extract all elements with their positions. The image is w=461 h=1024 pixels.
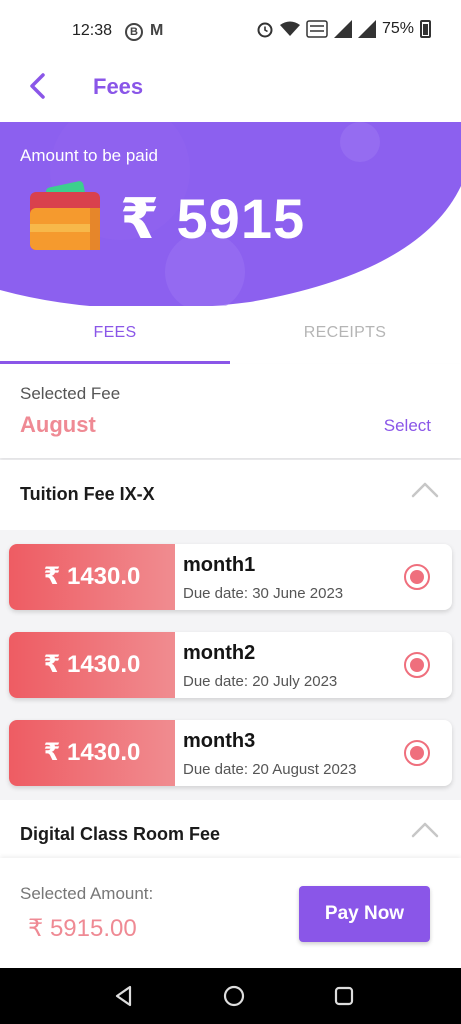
selected-amount-label: Selected Amount: bbox=[20, 884, 154, 903]
fee-amount: ₹ 1430.0 bbox=[9, 720, 175, 786]
select-fee-button[interactable]: Select bbox=[384, 416, 431, 436]
nav-recents-icon[interactable] bbox=[332, 984, 356, 1008]
chevron-up-icon[interactable] bbox=[411, 480, 439, 500]
fee-item[interactable]: ₹ 1430.0 month3 Due date: 20 August 2023 bbox=[9, 720, 452, 786]
radio-selected-icon[interactable] bbox=[404, 652, 430, 678]
pay-now-button[interactable]: Pay Now bbox=[299, 886, 430, 942]
back-arrow-icon[interactable] bbox=[26, 72, 50, 100]
alarm-icon bbox=[257, 22, 273, 38]
tab-bar: FEES RECEIPTS bbox=[0, 306, 461, 364]
gmail-notification-icon: M bbox=[150, 22, 164, 39]
battery-icon bbox=[420, 20, 431, 38]
fee-item[interactable]: ₹ 1430.0 month1 Due date: 30 June 2023 bbox=[9, 544, 452, 610]
fee-month: month3 bbox=[183, 730, 256, 752]
tab-fees[interactable]: FEES bbox=[0, 324, 230, 342]
signal-icon-2 bbox=[357, 20, 376, 38]
fee-month: month1 bbox=[183, 554, 256, 576]
vowifi-icon bbox=[306, 20, 328, 38]
app-bar: Fees bbox=[0, 62, 461, 122]
radio-selected-icon[interactable] bbox=[404, 740, 430, 766]
fee-amount: ₹ 1430.0 bbox=[9, 544, 175, 610]
fee-due-date: Due date: 20 July 2023 bbox=[183, 673, 338, 690]
fee-group-header[interactable]: Tuition Fee IX-X bbox=[0, 460, 461, 530]
fee-group-title: Tuition Fee IX-X bbox=[20, 484, 155, 504]
b-notification-icon: B bbox=[125, 23, 143, 41]
signal-icon-1 bbox=[333, 20, 352, 38]
fee-month: month2 bbox=[183, 642, 256, 664]
chevron-up-icon[interactable] bbox=[411, 820, 439, 840]
selected-fee-panel: Selected Fee August Select bbox=[0, 364, 461, 458]
page-title: Fees bbox=[93, 74, 144, 99]
wallet-icon bbox=[30, 181, 100, 250]
payment-bar: Selected Amount: ₹ 5915.00 Pay Now bbox=[0, 858, 461, 968]
wifi-icon bbox=[279, 21, 300, 36]
fee-group-title: Digital Class Room Fee bbox=[20, 824, 221, 844]
radio-selected-icon[interactable] bbox=[404, 564, 430, 590]
status-bar: 12:38 B M 75% bbox=[0, 0, 461, 62]
status-icons: 75% bbox=[256, 20, 431, 38]
nav-home-icon[interactable] bbox=[222, 984, 246, 1008]
tab-receipts[interactable]: RECEIPTS bbox=[230, 324, 460, 342]
amount-label: Amount to be paid bbox=[20, 146, 158, 165]
battery-percent: 75% bbox=[381, 20, 414, 37]
fee-due-date: Due date: 30 June 2023 bbox=[183, 585, 344, 602]
amount-hero: Amount to be paid ₹ 5915 bbox=[0, 122, 461, 322]
amount-to-pay: ₹ 5915 bbox=[120, 187, 306, 250]
system-nav-bar bbox=[0, 968, 461, 1024]
selected-fee-label: Selected Fee bbox=[20, 384, 121, 403]
fee-due-date: Due date: 20 August 2023 bbox=[183, 761, 357, 778]
status-time: 12:38 bbox=[72, 22, 113, 39]
selected-amount-value: ₹ 5915.00 bbox=[28, 915, 137, 942]
fee-amount: ₹ 1430.0 bbox=[9, 632, 175, 698]
selected-fee-value: August bbox=[20, 412, 96, 437]
fee-item[interactable]: ₹ 1430.0 month2 Due date: 20 July 2023 bbox=[9, 632, 452, 698]
nav-back-icon[interactable] bbox=[112, 984, 136, 1008]
